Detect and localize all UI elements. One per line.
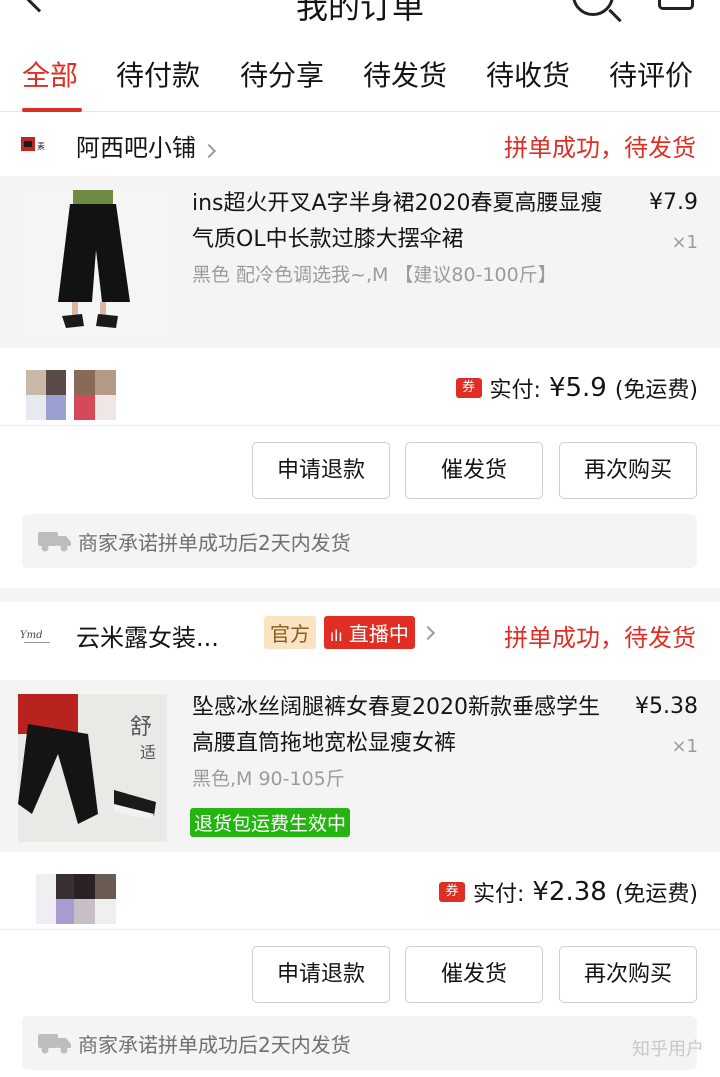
product-title[interactable]: ins超火开叉A字半身裙2020春夏高腰显瘦气质OL中长款过膝大摆伞裙 bbox=[192, 186, 612, 258]
product-quantity: ×1 bbox=[671, 232, 698, 253]
paid-value: ¥5.9 bbox=[548, 373, 607, 403]
payment-row: 券 实付: ¥5.9 (免运费) bbox=[0, 348, 720, 426]
truck-icon bbox=[38, 532, 71, 552]
product-image[interactable]: 舒 适 bbox=[18, 694, 167, 842]
svg-text:适: 适 bbox=[140, 743, 156, 762]
product-spec: 黑色,M 90-105斤 bbox=[192, 768, 345, 790]
product-image[interactable] bbox=[18, 190, 167, 338]
paid-amount: 券 实付: ¥2.38 (免运费) bbox=[438, 876, 698, 908]
shipping-promise-text: 商家承诺拼单成功后2天内发货 bbox=[78, 531, 351, 555]
chevron-right-icon bbox=[420, 625, 435, 640]
urge-shipment-button[interactable]: 催发货 bbox=[405, 442, 543, 499]
tab-pending-receipt[interactable]: 待收货 bbox=[486, 54, 570, 94]
live-badge[interactable]: ılı 直播中 bbox=[324, 616, 415, 649]
blurred-avatar bbox=[74, 874, 116, 924]
order-card: Ymd 云米露女装... 官方 ılı 直播中 拼单成功，待发货 舒 适 坠感冰… bbox=[0, 602, 720, 1077]
svg-text:Ymd: Ymd bbox=[20, 630, 43, 641]
tab-pending-shipment[interactable]: 待发货 bbox=[363, 54, 447, 94]
tab-all[interactable]: 全部 bbox=[22, 54, 78, 94]
buy-again-button[interactable]: 再次购买 bbox=[559, 442, 697, 499]
live-icon: ılı bbox=[330, 627, 343, 645]
shop-logo-icon: Ymd bbox=[20, 630, 50, 643]
product-price: ¥7.9 bbox=[649, 190, 698, 215]
product-title[interactable]: 坠感冰丝阔腿裤女春夏2020新款垂感学生高腰直筒拖地宽松显瘦女裤 bbox=[192, 690, 612, 762]
paid-label: 实付: bbox=[472, 882, 525, 907]
message-icon[interactable] bbox=[658, 0, 694, 10]
blurred-avatar bbox=[36, 874, 76, 924]
order-tabs: 全部 待付款 待分享 待发货 待收货 待评价 bbox=[0, 30, 720, 112]
urge-shipment-button[interactable]: 催发货 bbox=[405, 946, 543, 1003]
paid-label: 实付: bbox=[489, 378, 541, 403]
tab-pending-payment[interactable]: 待付款 bbox=[116, 54, 200, 94]
return-shipping-insurance-tag: 退货包运费生效中 bbox=[190, 808, 351, 837]
svg-text:素: 素 bbox=[37, 141, 45, 151]
refund-button[interactable]: 申请退款 bbox=[252, 442, 390, 499]
tab-pending-review[interactable]: 待评价 bbox=[609, 54, 693, 94]
product-row[interactable]: ins超火开叉A字半身裙2020春夏高腰显瘦气质OL中长款过膝大摆伞裙 ¥7.9… bbox=[0, 176, 720, 348]
coupon-icon: 券 bbox=[455, 378, 482, 398]
shipping-promise-text: 商家承诺拼单成功后2天内发货 bbox=[78, 1033, 351, 1057]
product-quantity: ×1 bbox=[671, 736, 698, 757]
chevron-right-icon bbox=[201, 143, 216, 159]
paid-amount: 券 实付: ¥5.9 (免运费) bbox=[455, 372, 698, 404]
order-card: 素 阿西吧小铺 拼单成功，待发货 ins超火开叉A字半身裙2020春夏高腰显瘦气… bbox=[0, 112, 720, 588]
tab-pending-share[interactable]: 待分享 bbox=[240, 54, 324, 94]
shop-header[interactable]: Ymd 云米露女装... 官方 ılı 直播中 拼单成功，待发货 bbox=[0, 602, 720, 668]
shipping-note: (免运费) bbox=[614, 378, 698, 403]
shipping-promise: 商家承诺拼单成功后2天内发货 bbox=[22, 514, 697, 568]
product-spec: 黑色 配冷色调选我~,M 【建议80-100斤】 bbox=[192, 264, 557, 286]
official-badge: 官方 bbox=[264, 616, 316, 649]
coupon-icon: 券 bbox=[438, 882, 465, 902]
shipping-note: (免运费) bbox=[614, 882, 698, 907]
svg-text:舒: 舒 bbox=[130, 715, 152, 740]
buy-again-button[interactable]: 再次购买 bbox=[559, 946, 697, 1003]
paid-value: ¥2.38 bbox=[532, 877, 607, 907]
product-row[interactable]: 舒 适 坠感冰丝阔腿裤女春夏2020新款垂感学生高腰直筒拖地宽松显瘦女裤 ¥5.… bbox=[0, 680, 720, 852]
refund-button[interactable]: 申请退款 bbox=[252, 946, 390, 1003]
shop-name[interactable]: 阿西吧小铺 bbox=[76, 128, 216, 163]
truck-icon bbox=[38, 1034, 71, 1054]
order-status: 拼单成功，待发货 bbox=[504, 134, 696, 162]
blurred-avatar bbox=[74, 370, 116, 420]
shop-logo-icon: 素 bbox=[21, 137, 45, 151]
shop-badges: 官方 ılı 直播中 bbox=[264, 616, 435, 649]
watermark: 知乎用户 bbox=[632, 1039, 704, 1060]
payment-row: 券 实付: ¥2.38 (免运费) bbox=[0, 852, 720, 930]
top-bar: 我的订单 bbox=[0, 0, 720, 30]
shipping-promise: 商家承诺拼单成功后2天内发货 bbox=[22, 1016, 697, 1070]
shop-header[interactable]: 素 阿西吧小铺 拼单成功，待发货 bbox=[0, 112, 720, 178]
blurred-avatar bbox=[26, 370, 66, 420]
product-price: ¥5.38 bbox=[635, 694, 698, 719]
shop-name[interactable]: 云米露女装... bbox=[76, 618, 219, 653]
order-status: 拼单成功，待发货 bbox=[504, 624, 696, 652]
